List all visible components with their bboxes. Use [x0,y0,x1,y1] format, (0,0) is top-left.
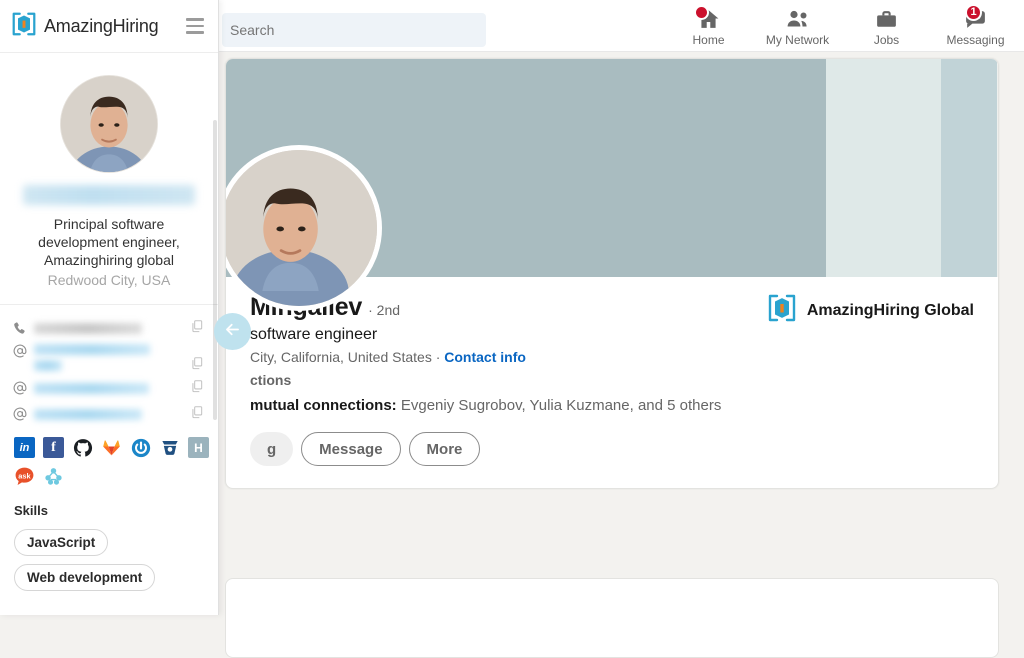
message-icon: 1 [963,6,988,32]
gitlab-icon[interactable] [101,437,122,458]
amazinghiring-logo-icon[interactable] [12,11,36,42]
more-button[interactable]: More [409,432,481,466]
amazinghiring-logo-icon [768,293,796,328]
contact-info-link[interactable]: Contact info [444,349,526,365]
habr-icon[interactable] [43,466,64,487]
nav-items: Home My Network [664,0,1020,52]
home-badge [694,5,709,20]
skill-tag[interactable]: Web development [14,564,155,591]
at-icon [12,406,34,422]
nav-item-messaging[interactable]: 1 Messaging [931,0,1020,52]
at-icon [12,344,34,358]
contact-row-email-2[interactable] [0,375,218,401]
askfm-icon[interactable]: ask [14,466,35,487]
search-input[interactable] [222,13,486,47]
contact-row-phone[interactable] [0,315,218,341]
hackerrank-icon[interactable]: H [188,437,209,458]
profile-location: City, California, United States · Contac… [250,349,974,365]
skill-tag[interactable]: JavaScript [14,529,108,556]
sidebar-divider [0,304,218,305]
bitbucket-icon[interactable] [159,437,180,458]
connections-count: ctions [250,372,974,388]
sidebar-location: Redwood City, USA [0,272,218,288]
cover-band-mid [941,59,997,277]
skills-heading: Skills [14,503,204,518]
company-name: AmazingHiring Global [807,302,974,320]
pending-button[interactable]: g [250,432,293,466]
at-icon [12,380,34,396]
power-icon[interactable] [130,437,151,458]
profile-headline: software engineer [250,326,974,344]
hamburger-icon[interactable] [186,18,204,34]
mutual-connections-label: mutual connections: [250,397,397,414]
profile-card-body: Mingaliev · 2nd software engineer City, … [226,277,998,488]
copy-icon[interactable] [190,379,204,398]
amazinghiring-sidebar: AmazingHiring Principal software develop… [0,0,219,615]
messaging-badge: 1 [965,4,982,21]
briefcase-icon [874,6,899,32]
email-value-redacted-line2 [34,360,62,371]
mutual-connections: mutual connections: Evgeniy Sugrobov, Yu… [250,397,974,414]
copy-icon[interactable] [190,356,204,375]
copy-icon[interactable] [190,319,204,338]
sidebar-name-redacted [23,185,195,205]
location-text: City, California, United States · [250,349,440,365]
nav-label-home: Home [692,33,724,47]
sidebar-contacts [0,315,218,427]
cover-band-light [826,59,941,277]
profile-action-buttons: g Message More [250,432,974,466]
nav-label-jobs: Jobs [874,33,899,47]
github-icon[interactable] [72,437,93,458]
email-value-redacted-line1 [34,344,150,355]
svg-text:ask: ask [18,471,31,480]
sidebar-avatar [60,75,158,173]
message-button[interactable]: Message [301,432,400,466]
nav-label-messaging: Messaging [946,33,1004,47]
profile-card: Mingaliev · 2nd software engineer City, … [225,58,999,489]
facebook-icon[interactable]: f [43,437,64,458]
back-button[interactable] [214,313,251,350]
secondary-card [225,578,999,658]
contact-row-email-3[interactable] [0,401,218,427]
mutual-connections-names: Evgeniy Sugrobov, Yulia Kuzmane, and 5 o… [401,397,722,414]
linkedin-icon[interactable]: in [14,437,35,458]
social-row-1: in f [14,437,218,458]
sidebar-scrollbar[interactable] [213,120,217,420]
sidebar-header: AmazingHiring [0,0,218,53]
sidebar-job-title: Principal software development engineer,… [14,215,204,269]
back-arrow-icon [223,320,242,344]
nav-item-jobs[interactable]: Jobs [842,0,931,52]
company-badge[interactable]: AmazingHiring Global [768,293,974,328]
contact-row-email-1[interactable] [0,341,218,375]
email-value-redacted [34,409,142,420]
sidebar-brand-name: AmazingHiring [44,16,158,37]
nav-label-my-network: My Network [766,33,829,47]
home-icon [696,6,721,32]
nav-item-my-network[interactable]: My Network [753,0,842,52]
copy-icon[interactable] [190,405,204,424]
nav-item-home[interactable]: Home [664,0,753,52]
sidebar-social-links: in f [0,427,218,487]
phone-icon [12,321,34,336]
email-value-redacted [34,383,149,394]
phone-value-redacted [34,323,142,334]
profile-avatar[interactable] [225,145,382,311]
skill-tag-list: JavaScript Web development [14,529,204,599]
people-icon [785,6,811,32]
sidebar-skills-section: Skills JavaScript Web development [0,495,218,599]
social-row-2: ask [14,466,218,487]
